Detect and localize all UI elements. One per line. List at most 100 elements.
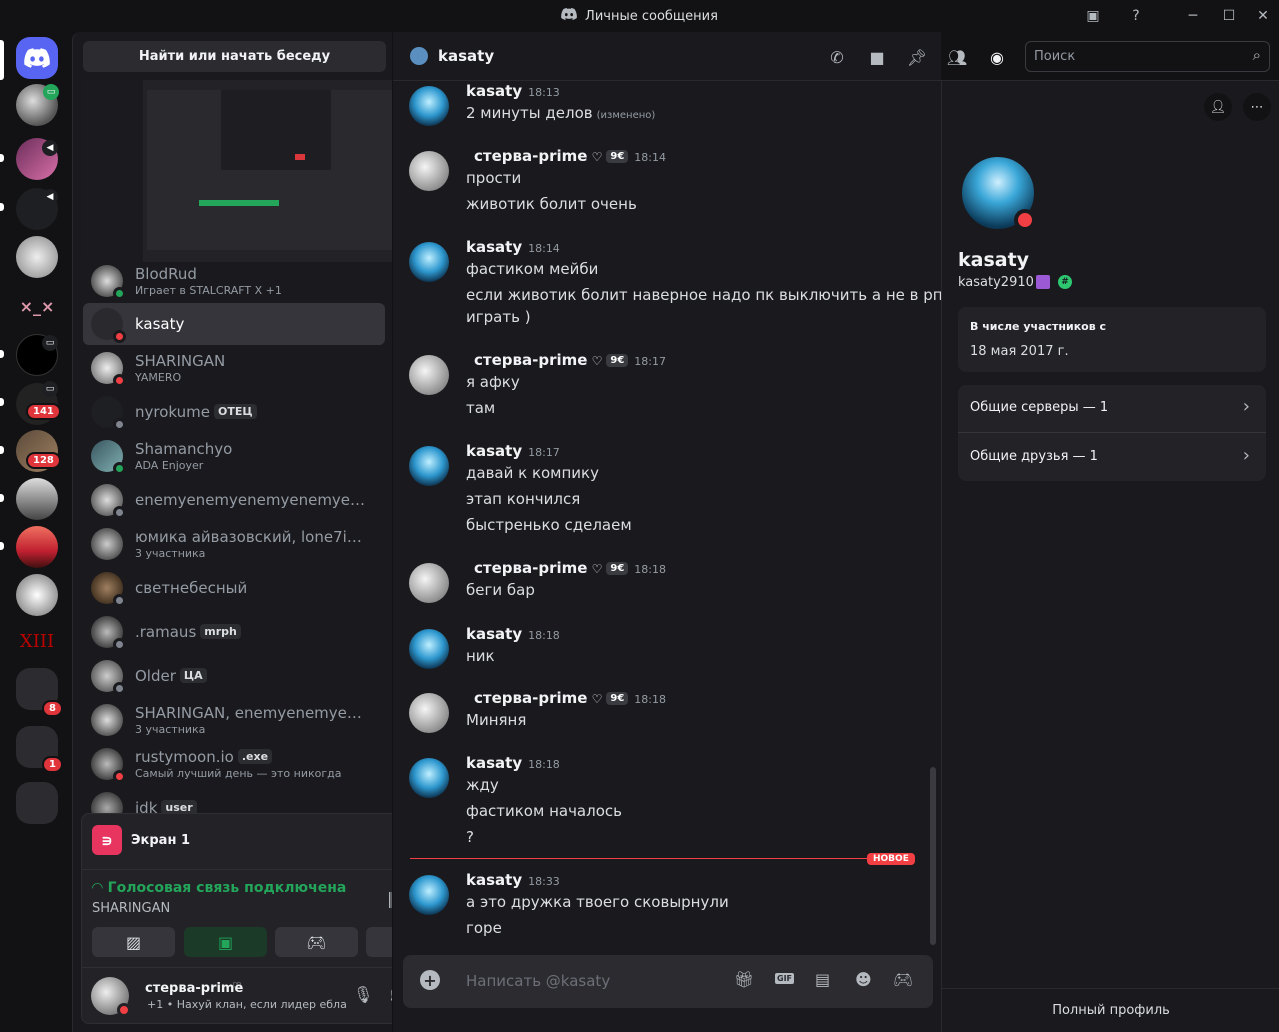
avatar — [91, 660, 126, 695]
dm-name: enemyenemyenemyenemyenem... — [135, 491, 370, 509]
more-options-icon[interactable]: ⋯ — [1243, 93, 1271, 121]
window-title: Личные сообщения — [585, 8, 718, 24]
server-folder[interactable] — [16, 782, 58, 824]
dm-item[interactable]: юмика айвазовский, lone7ixxx 3 участника — [83, 523, 385, 565]
message-timestamp: 18:33 — [528, 875, 560, 888]
message-author[interactable]: стерва-prime — [474, 351, 587, 369]
dm-name: rustymoon.io .exe — [135, 748, 342, 766]
message-avatar[interactable] — [409, 629, 449, 669]
heart-icon: ♡ — [587, 562, 603, 576]
help-icon[interactable]: ? — [1120, 0, 1152, 32]
message-avatar[interactable] — [409, 355, 449, 395]
message-avatar[interactable] — [409, 446, 449, 486]
video-call-icon[interactable]: ■ — [867, 47, 887, 67]
server-sidebar: ▭ ◀ ◀ ×_× ▭ ▭ 141 128 XIII 8 1 — [0, 32, 72, 1032]
message-avatar[interactable] — [409, 875, 449, 915]
message-author[interactable]: kasaty — [466, 82, 522, 100]
server-icon[interactable] — [16, 526, 58, 568]
dm-name: Shamanchyo — [135, 440, 233, 458]
message-author[interactable]: стерва-prime — [474, 147, 587, 165]
stream-preview[interactable] — [81, 80, 392, 262]
dm-item[interactable]: enemyenemyenemyenemyenem... — [83, 479, 385, 521]
message-timestamp: 18:18 — [634, 693, 666, 706]
apps-icon[interactable]: 🎮︎ — [893, 970, 913, 989]
server-icon[interactable] — [16, 236, 58, 278]
soundboard-button[interactable]: ✺ — [366, 927, 392, 957]
server-icon[interactable]: ×_× — [16, 285, 58, 327]
chat-area: kasaty ✆ ■ 📌︎ 👥︎ ◉ Поиск ⌕ kasaty 18:13 2 … — [393, 32, 1279, 1032]
user-avatar-icon — [410, 47, 428, 65]
find-conversation-button[interactable]: Найти или начать беседу — [83, 41, 386, 72]
message-text: фастиком мейби — [466, 260, 599, 278]
avatar — [91, 704, 123, 736]
message-author[interactable]: стерва-prime — [474, 559, 587, 577]
chat-recipient[interactable]: kasaty — [438, 47, 494, 65]
user-profile-icon[interactable]: ◉ — [987, 47, 1007, 67]
status-indicator — [113, 418, 126, 431]
voice-call-icon[interactable]: ✆ — [827, 47, 847, 67]
dm-item[interactable]: светнебесный — [83, 567, 385, 609]
status-indicator — [113, 682, 126, 695]
message-author[interactable]: стерва-prime — [474, 689, 587, 707]
dm-item[interactable]: nyrokume ОТЕЦ — [83, 391, 385, 433]
dm-item[interactable]: SHARINGAN YAMERO — [83, 347, 385, 389]
scrollbar[interactable] — [930, 767, 936, 945]
add-friends-icon[interactable]: 👥︎ — [947, 47, 967, 67]
close-button[interactable]: ✕ — [1247, 0, 1279, 32]
dm-item[interactable]: Shamanchyo ADA Enjoyer — [83, 435, 385, 477]
gif-icon[interactable]: GIF — [775, 973, 795, 984]
search-input[interactable]: Поиск ⌕ — [1025, 41, 1270, 72]
maximize-button[interactable]: ☐ — [1213, 0, 1245, 32]
home-button[interactable] — [16, 37, 58, 79]
message-author[interactable]: kasaty — [466, 238, 522, 256]
message-author[interactable]: kasaty — [466, 442, 522, 460]
message-avatar[interactable] — [409, 563, 449, 603]
sticker-icon[interactable]: ▤ — [815, 970, 830, 989]
full-profile-bar[interactable]: Полный профиль — [942, 988, 1279, 1032]
headphones-icon[interactable]: 🎧︎ — [388, 985, 392, 1004]
dm-name: SHARINGAN — [135, 352, 226, 370]
search-icon: ⌕ — [1252, 46, 1261, 64]
message-author[interactable]: kasaty — [466, 871, 522, 889]
dm-sidebar: Найти или начать беседу BlodRud Играет в … — [72, 32, 392, 1032]
dm-item[interactable]: kasaty — [83, 303, 385, 345]
dm-item[interactable]: Older ЦА — [83, 655, 385, 697]
message-author[interactable]: kasaty — [466, 625, 522, 643]
inbox-icon[interactable]: ▣ — [1077, 0, 1109, 32]
message-avatar[interactable] — [409, 758, 449, 798]
message-avatar[interactable] — [409, 693, 449, 733]
camera-off-button[interactable]: ▨ — [92, 927, 175, 957]
server-tag: .exe — [237, 749, 273, 764]
minimize-button[interactable]: ─ — [1177, 0, 1209, 32]
mutual-servers-row[interactable]: Общие серверы — 1 › — [958, 385, 1266, 433]
gift-icon[interactable]: 🎁︎ — [734, 970, 754, 989]
dm-item[interactable]: .ramaus mrph — [83, 611, 385, 653]
microphone-icon[interactable]: 🎙︎ — [353, 985, 373, 1004]
server-icon[interactable] — [16, 478, 58, 520]
add-attachment-icon[interactable]: + — [420, 970, 440, 990]
message-text: я афку — [466, 373, 520, 391]
heart-icon: ♡ — [232, 980, 242, 993]
add-friend-icon[interactable]: 👤︎ — [1204, 93, 1232, 121]
mutual-friends-row[interactable]: Общие друзья — 1 › — [958, 433, 1266, 481]
screen-share-button[interactable]: ▣ — [184, 927, 267, 957]
message-text: 2 минуты делов (изменено) — [466, 104, 656, 122]
message-input[interactable]: Написать @kasaty — [466, 972, 610, 990]
voice-channel-name[interactable]: SHARINGAN — [92, 901, 170, 916]
message-author[interactable]: kasaty — [466, 754, 522, 772]
message-text: животик болит очень — [466, 195, 637, 213]
activity-button[interactable]: 🎮︎ — [275, 927, 358, 957]
server-icon[interactable] — [16, 574, 58, 616]
pin-icon[interactable]: 📌︎ — [907, 47, 927, 67]
voice-status: ◠ Голосовая связь подключена — [92, 880, 347, 896]
message-avatar[interactable] — [409, 151, 449, 191]
dm-item[interactable]: rustymoon.io .exe Самый лучший день — это … — [83, 743, 385, 785]
server-icon[interactable]: XIII — [16, 620, 58, 662]
dm-item[interactable]: BlodRud Играет в STALCRAFT X +1 — [83, 260, 385, 302]
message-avatar[interactable] — [409, 242, 449, 282]
noise-suppression-icon[interactable]: ‖|‖ — [387, 889, 392, 908]
dm-item[interactable]: SHARINGAN, enemyenemyene... 3 участника — [83, 699, 385, 741]
message-avatar[interactable] — [409, 86, 449, 126]
message-text: фастиком началось — [466, 802, 622, 820]
emoji-icon[interactable]: ☻ — [855, 970, 872, 989]
